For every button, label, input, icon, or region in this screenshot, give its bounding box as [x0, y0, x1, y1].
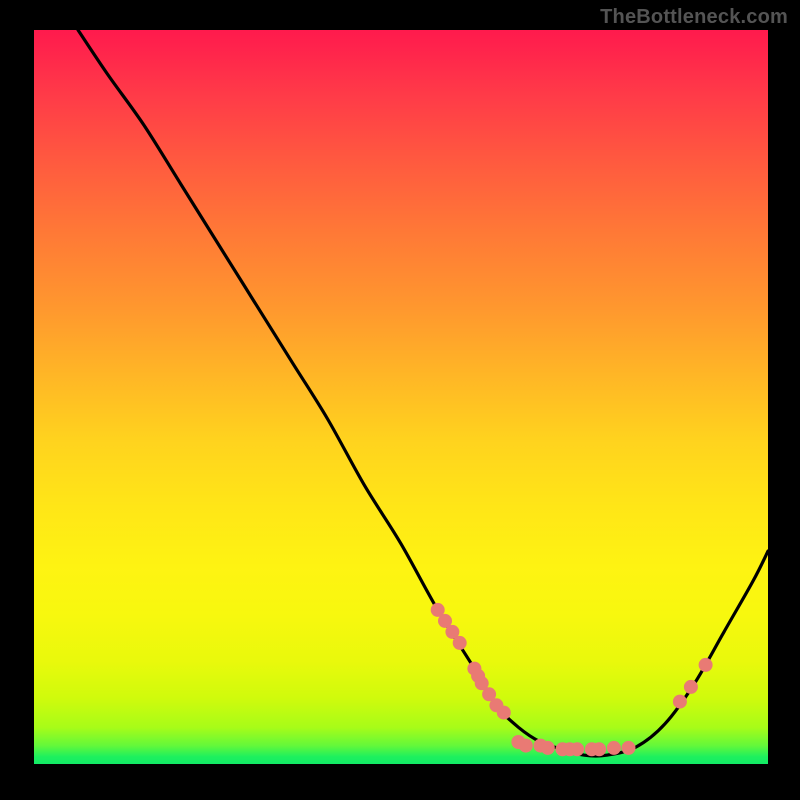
data-point-valley-11	[622, 741, 636, 755]
watermark-text: TheBottleneck.com	[600, 6, 788, 29]
bottleneck-curve	[78, 30, 768, 756]
chart-overlay	[34, 30, 768, 764]
data-point-cluster-mid-6	[497, 706, 511, 720]
data-point-valley-10	[607, 741, 621, 755]
data-point-right-2	[684, 680, 698, 694]
data-point-right-1	[673, 695, 687, 709]
data-point-valley-7	[570, 742, 584, 756]
data-points-group	[431, 603, 713, 756]
data-point-valley-2	[519, 739, 533, 753]
data-point-right-3	[699, 658, 713, 672]
data-point-valley-4	[541, 741, 555, 755]
plot-area	[34, 30, 768, 764]
data-point-cluster-left-4	[453, 636, 467, 650]
data-point-valley-9	[592, 742, 606, 756]
chart-container: TheBottleneck.com	[0, 0, 800, 800]
